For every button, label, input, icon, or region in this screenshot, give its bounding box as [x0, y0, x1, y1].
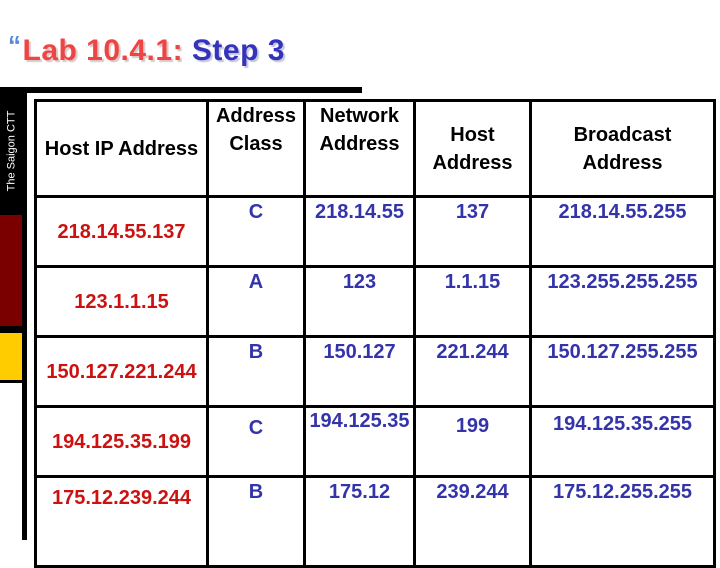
title-lab-number: Lab 10.4.1: [22, 34, 184, 67]
sidebar-brand-text: The Saigon CTT [5, 110, 18, 192]
cell-broadcast: 123.255.255.255 [529, 265, 716, 338]
sidebar-separator [0, 380, 22, 383]
cell-host: 199 [413, 405, 532, 478]
sidebar-label: The Saigon CTT [0, 87, 22, 215]
cell-class: A [206, 265, 306, 338]
cell-host: 1.1.15 [413, 265, 532, 338]
cell-class: C [206, 195, 306, 268]
table-row: 194.125.35.199 C 194.125.35 199 194.125.… [34, 405, 716, 478]
cell-broadcast: 218.14.55.255 [529, 195, 716, 268]
cell-class: C [206, 405, 306, 478]
cell-host-ip: 150.127.221.244 [34, 335, 209, 408]
cell-class: B [206, 475, 306, 568]
top-divider-bar [0, 87, 362, 93]
header-address-class: Address Class [206, 99, 306, 198]
sidebar-yellow-block [0, 333, 22, 380]
cell-class: B [206, 335, 306, 408]
cell-broadcast: 175.12.255.255 [529, 475, 716, 568]
cell-network: 175.12 [303, 475, 416, 568]
table-header-row: Host IP Address Address Class Network Ad… [34, 99, 716, 198]
title-step: Step 3 [191, 34, 285, 67]
cell-host-ip: 175.12.239.244 [34, 475, 209, 568]
quote-bullet-icon: “ [8, 30, 22, 60]
cell-host-ip: 218.14.55.137 [34, 195, 209, 268]
cell-host-ip: 194.125.35.199 [34, 405, 209, 478]
cell-host: 239.244 [413, 475, 532, 568]
cell-host: 221.244 [413, 335, 532, 408]
cell-network: 150.127 [303, 335, 416, 408]
ip-address-table: Host IP Address Address Class Network Ad… [34, 99, 716, 568]
header-host-address: Host Address [413, 99, 532, 198]
slide-title: “Lab 10.4.1: Step 3 [8, 30, 285, 68]
table-row: 150.127.221.244 B 150.127 221.244 150.12… [34, 335, 716, 408]
cell-host-ip: 123.1.1.15 [34, 265, 209, 338]
header-network-address: Network Address [303, 99, 416, 198]
cell-broadcast: 194.125.35.255 [529, 405, 716, 478]
cell-network: 194.125.35 [303, 405, 416, 478]
cell-host: 137 [413, 195, 532, 268]
cell-network: 123 [303, 265, 416, 338]
cell-broadcast: 150.127.255.255 [529, 335, 716, 408]
sidebar-vertical-line [22, 87, 27, 540]
sidebar-red-block [0, 215, 22, 326]
table-row: 218.14.55.137 C 218.14.55 137 218.14.55.… [34, 195, 716, 268]
header-broadcast-address: Broadcast Address [529, 99, 716, 198]
table-row: 123.1.1.15 A 123 1.1.15 123.255.255.255 [34, 265, 716, 338]
cell-network: 218.14.55 [303, 195, 416, 268]
table-row: 175.12.239.244 B 175.12 239.244 175.12.2… [34, 475, 716, 568]
header-host-ip: Host IP Address [34, 99, 209, 198]
